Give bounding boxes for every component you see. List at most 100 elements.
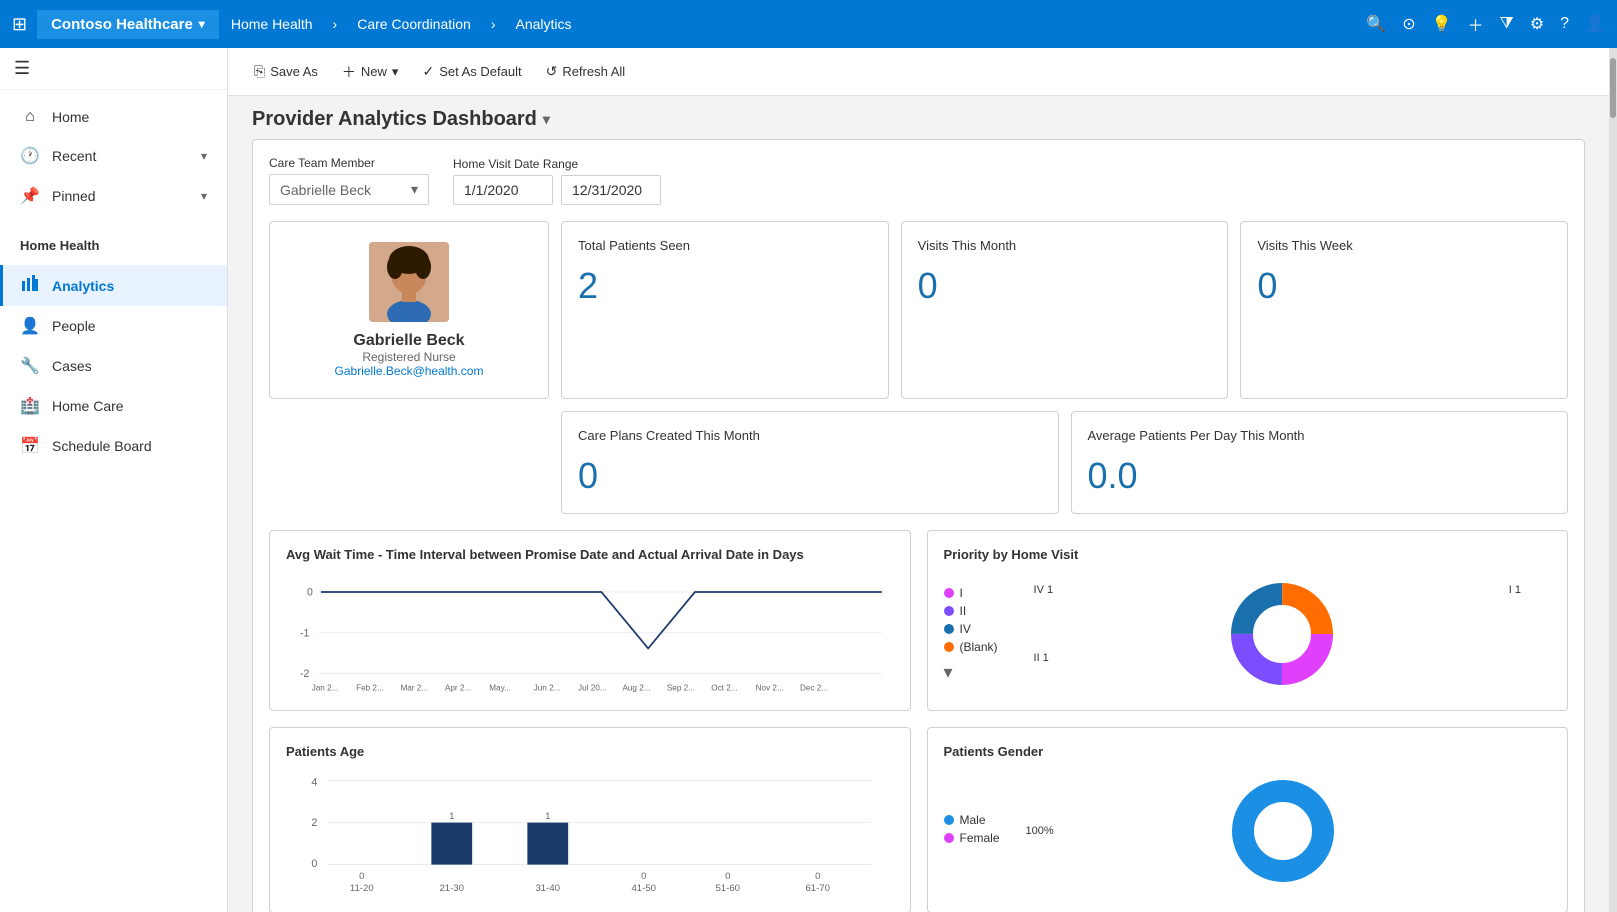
- lightbulb-icon[interactable]: 💡: [1432, 14, 1452, 34]
- home-icon: ⌂: [20, 108, 40, 126]
- nav-analytics[interactable]: Analytics: [508, 12, 580, 36]
- add-icon[interactable]: ＋: [1468, 12, 1484, 36]
- legend-item-female: Female: [944, 831, 1000, 845]
- gender-legend: Male Female: [944, 813, 1000, 849]
- filter-icon[interactable]: ⧩: [1500, 15, 1514, 33]
- settings-icon[interactable]: ⚙: [1530, 14, 1544, 34]
- avg-patients-value: 0.0: [1088, 455, 1552, 497]
- charts-row-1: Avg Wait Time - Time Interval between Pr…: [269, 530, 1568, 711]
- hamburger-icon[interactable]: ☰: [14, 58, 30, 78]
- analytics-icon: [20, 275, 40, 296]
- care-team-chevron-icon: ▾: [411, 181, 418, 198]
- nav-care-coordination[interactable]: Care Coordination: [349, 12, 479, 36]
- svg-text:Sep 2...: Sep 2...: [667, 683, 695, 692]
- page-header: Provider Analytics Dashboard ▾: [228, 96, 1609, 139]
- svg-text:Dec 2...: Dec 2...: [800, 683, 828, 692]
- care-plans-card: Care Plans Created This Month 0: [561, 411, 1059, 514]
- dashboard-card: Care Team Member Gabrielle Beck ▾ Home V…: [252, 139, 1585, 912]
- check-circle-icon[interactable]: ⊙: [1402, 14, 1415, 34]
- donut-label-ii1: II 1: [1034, 652, 1049, 664]
- line-chart-svg: 0 -1 -2 Jan 2...: [286, 574, 894, 694]
- top-navigation: ⊞ Contoso Healthcare ▾ Home Health › Car…: [0, 0, 1617, 48]
- svg-text:0: 0: [815, 871, 820, 882]
- date-from-input[interactable]: [453, 175, 553, 205]
- gender-donut-svg: [1223, 771, 1343, 891]
- refresh-icon: ↺: [546, 63, 558, 80]
- nav-home-health[interactable]: Home Health: [223, 12, 321, 36]
- care-plans-label: Care Plans Created This Month: [578, 428, 1042, 443]
- nav-separator2: ›: [483, 12, 504, 36]
- donut-expand-icon[interactable]: ▾: [944, 662, 998, 683]
- visits-month-card: Visits This Month 0: [901, 221, 1229, 399]
- sidebar-item-cases-label: Cases: [52, 358, 92, 374]
- donut-chart-area: I II IV: [944, 574, 1552, 694]
- svg-text:Jun 2...: Jun 2...: [534, 683, 561, 692]
- legend-label-male: Male: [960, 813, 986, 827]
- help-icon[interactable]: ?: [1560, 15, 1569, 33]
- legend-dot-blank: [944, 642, 954, 652]
- care-team-select[interactable]: Gabrielle Beck ▾: [269, 174, 429, 205]
- svg-text:0: 0: [641, 871, 646, 882]
- top-nav-items: Home Health › Care Coordination › Analyt…: [223, 12, 1366, 36]
- sidebar-item-analytics[interactable]: Analytics: [0, 265, 227, 306]
- user-icon[interactable]: 👤: [1585, 14, 1605, 34]
- svg-text:2: 2: [311, 817, 317, 829]
- charts-row-2: Patients Age 4 2 0: [269, 727, 1568, 912]
- new-icon: ＋: [342, 62, 356, 82]
- svg-text:0: 0: [307, 586, 313, 598]
- search-icon[interactable]: 🔍: [1366, 14, 1386, 34]
- legend-label-female: Female: [960, 831, 1000, 845]
- legend-dot-i: [944, 588, 954, 598]
- date-to-input[interactable]: [561, 175, 661, 205]
- svg-text:4: 4: [311, 776, 317, 788]
- main-layout: ☰ ⌂ Home 🕐 Recent ▾ 📌 Pinned ▾ Home Heal…: [0, 48, 1617, 912]
- sidebar-item-pinned[interactable]: 📌 Pinned ▾: [0, 176, 227, 216]
- svg-text:Jul 20...: Jul 20...: [578, 683, 607, 692]
- legend-label-ii: II: [960, 604, 967, 618]
- visits-month-label: Visits This Month: [918, 238, 1212, 253]
- svg-text:0: 0: [311, 858, 317, 870]
- sidebar-item-home[interactable]: ⌂ Home: [0, 98, 227, 136]
- line-chart-title: Avg Wait Time - Time Interval between Pr…: [286, 547, 894, 562]
- pinned-chevron-icon: ▾: [201, 189, 207, 203]
- page-title[interactable]: Provider Analytics Dashboard ▾: [252, 108, 1585, 131]
- legend-dot-ii: [944, 606, 954, 616]
- sidebar-item-recent[interactable]: 🕐 Recent ▾: [0, 136, 227, 176]
- people-icon: 👤: [20, 316, 40, 336]
- sidebar-item-schedule[interactable]: 📅 Schedule Board: [0, 426, 227, 466]
- brand-logo[interactable]: Contoso Healthcare ▾: [37, 10, 219, 39]
- pinned-icon: 📌: [20, 186, 40, 206]
- app-grid-icon[interactable]: ⊞: [12, 14, 27, 35]
- bar-chart-svg: 4 2 0 0: [286, 771, 894, 891]
- donut-label-i1: I 1: [1509, 584, 1521, 596]
- person-email: Gabrielle.Beck@health.com: [335, 364, 484, 378]
- sidebar-item-homecare[interactable]: 🏥 Home Care: [0, 386, 227, 426]
- total-patients-label: Total Patients Seen: [578, 238, 872, 253]
- refresh-button[interactable]: ↺ Refresh All: [536, 57, 636, 86]
- sidebar-item-cases[interactable]: 🔧 Cases: [0, 346, 227, 386]
- bar-chart-box: Patients Age 4 2 0: [269, 727, 911, 912]
- scroll-track[interactable]: [1609, 48, 1617, 912]
- gender-chart-area: Male Female 100%: [944, 771, 1552, 891]
- legend-item-i: I: [944, 586, 998, 600]
- homecare-icon: 🏥: [20, 396, 40, 416]
- donut-svg-container: I 1 II 1 IV 1: [1014, 574, 1551, 694]
- new-chevron-icon: ▾: [392, 64, 399, 80]
- care-team-value: Gabrielle Beck: [280, 182, 371, 198]
- save-as-button[interactable]: ⎘ Save As: [244, 57, 328, 86]
- care-team-label: Care Team Member: [269, 156, 429, 170]
- scroll-thumb[interactable]: [1610, 58, 1616, 118]
- date-range-filter: Home Visit Date Range: [453, 157, 661, 205]
- svg-text:Jan 2...: Jan 2...: [312, 683, 339, 692]
- svg-text:-2: -2: [300, 668, 309, 680]
- filter-row: Care Team Member Gabrielle Beck ▾ Home V…: [269, 156, 1568, 205]
- svg-text:21-30: 21-30: [439, 883, 464, 891]
- donut-chart-svg: [1222, 574, 1342, 694]
- new-button[interactable]: ＋ New ▾: [332, 56, 409, 88]
- svg-text:Mar 2...: Mar 2...: [400, 683, 428, 692]
- svg-text:1: 1: [449, 811, 454, 822]
- top-stats-row: Gabrielle Beck Registered Nurse Gabriell…: [269, 221, 1568, 399]
- set-default-button[interactable]: ✓ Set As Default: [412, 57, 531, 86]
- sidebar-item-people[interactable]: 👤 People: [0, 306, 227, 346]
- schedule-icon: 📅: [20, 436, 40, 456]
